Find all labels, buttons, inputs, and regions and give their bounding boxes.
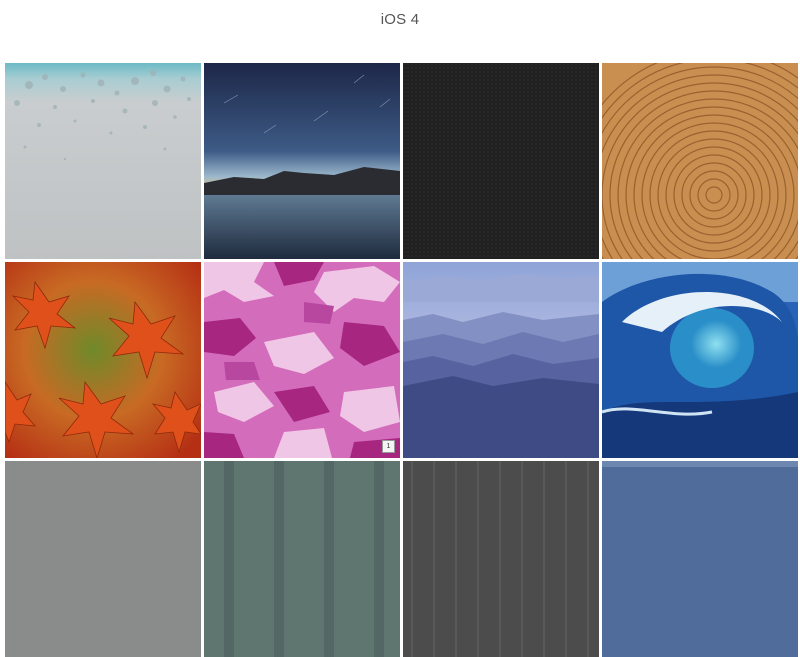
wallpaper-tile-pink-camo[interactable]: 1 [204,262,400,458]
blue-mountains-image [403,262,599,458]
wood-rings-image [602,63,798,259]
pink-camo-image [204,262,400,458]
wallpaper-tile-gray-texture[interactable] [5,461,201,657]
dark-mesh-image [403,63,599,259]
wallpaper-tile-denim[interactable] [602,461,798,657]
wallpaper-tile-night-lake[interactable] [204,63,400,259]
wallpaper-tile-water-drops[interactable] [5,63,201,259]
page-title: iOS 4 [380,11,420,28]
wallpaper-tile-dark-stripes[interactable] [403,461,599,657]
water-drops-image [5,63,201,259]
wallpaper-tile-blue-mountains[interactable] [403,262,599,458]
image-count-badge: 1 [382,440,395,453]
gray-texture-image [5,461,201,657]
green-stripes-image [204,461,400,657]
denim-image [602,461,798,657]
ocean-wave-image [602,262,798,458]
dark-stripes-image [403,461,599,657]
wallpaper-tile-ocean-wave[interactable] [602,262,798,458]
wallpaper-tile-wood-rings[interactable] [602,63,798,259]
wallpaper-tile-maple-leaves[interactable] [5,262,201,458]
maple-leaves-image [5,262,201,458]
wallpaper-tile-green-stripes[interactable] [204,461,400,657]
night-lake-image [204,63,400,259]
wallpaper-tile-dark-mesh[interactable] [403,63,599,259]
